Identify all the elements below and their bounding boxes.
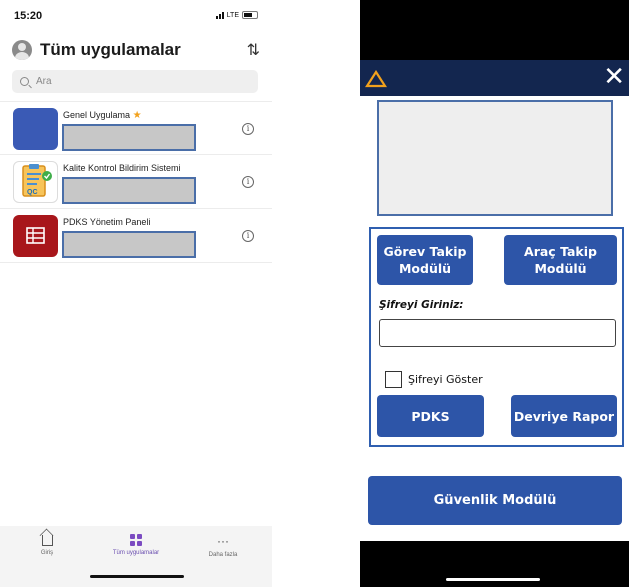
- grid-table-icon: [13, 215, 58, 257]
- favorite-star-icon: ★: [132, 110, 142, 121]
- info-icon[interactable]: i: [242, 230, 254, 242]
- blue-square-app-icon: [13, 108, 58, 150]
- search-placeholder: Ara: [36, 76, 52, 87]
- app-row-genel[interactable]: Genel Uygulama ★ i: [0, 101, 272, 155]
- nav-apps-label: Tüm uygulamalar: [112, 550, 160, 556]
- battery-icon: [242, 11, 258, 19]
- redacted-subtitle: [62, 231, 196, 258]
- network-label: LTE: [226, 11, 239, 19]
- nav-more-label: Daha fazla: [208, 552, 238, 558]
- svg-text:QC: QC: [27, 189, 38, 196]
- nav-home-label: Giriş: [40, 550, 54, 556]
- nav-all-apps[interactable]: Tüm uygulamalar: [96, 534, 176, 556]
- avatar-icon[interactable]: [12, 40, 32, 60]
- module-panel: Görev Takip Modülü Araç Takip Modülü Şif…: [369, 227, 624, 447]
- sort-arrows-icon[interactable]: ⇅: [247, 40, 260, 60]
- show-password-checkbox[interactable]: [385, 371, 402, 388]
- app-navbar: ✕: [360, 60, 629, 96]
- search-icon: [20, 77, 29, 86]
- home-indicator: [446, 578, 540, 581]
- pdks-button[interactable]: PDKS: [377, 395, 484, 437]
- redacted-subtitle: [62, 177, 196, 204]
- app-row-pdks[interactable]: PDKS Yönetim Paneli i: [0, 209, 272, 263]
- home-icon: [41, 535, 53, 546]
- app-name: PDKS Yönetim Paneli: [63, 217, 151, 227]
- search-input[interactable]: Ara: [12, 70, 258, 93]
- app-row-kalite[interactable]: QC Kalite Kontrol Bildirim Sistemi i: [0, 155, 272, 209]
- screenshot-root: 15:20 LTE Tüm uygulamalar ⇅ Ara Genel Uy…: [0, 0, 629, 587]
- app-name: Genel Uygulama ★: [63, 110, 142, 121]
- more-dots-icon: ···: [217, 534, 229, 548]
- app-list-screen: 15:20 LTE Tüm uygulamalar ⇅ Ara Genel Uy…: [0, 0, 272, 587]
- show-password-label: Şifreyi Göster: [408, 373, 483, 386]
- signal-icon: [215, 11, 224, 19]
- info-icon[interactable]: i: [242, 123, 254, 135]
- redacted-subtitle: [62, 124, 196, 151]
- app-list: Genel Uygulama ★ i QC Kalite Kontrol Bil…: [0, 101, 272, 263]
- qc-clipboard-icon: QC: [13, 161, 58, 203]
- app-name: Kalite Kontrol Bildirim Sistemi: [63, 163, 181, 173]
- nav-home[interactable]: Giriş: [7, 534, 87, 556]
- devriye-rapor-button[interactable]: Devriye Rapor: [511, 395, 617, 437]
- page-header: Tüm uygulamalar ⇅: [12, 38, 260, 62]
- triangle-logo-icon: [364, 69, 388, 93]
- nav-more[interactable]: ··· Daha fazla: [183, 534, 263, 558]
- status-bar: 15:20 LTE: [0, 0, 272, 30]
- password-label: Şifreyi Giriniz:: [379, 299, 464, 311]
- info-icon[interactable]: i: [242, 176, 254, 188]
- guvenlik-modulu-button[interactable]: Güvenlik Modülü: [368, 476, 622, 525]
- close-icon[interactable]: ✕: [603, 64, 625, 90]
- password-input[interactable]: [379, 319, 616, 347]
- arac-takip-button[interactable]: Araç Takip Modülü: [504, 235, 617, 285]
- app-screen: ✕ Görev Takip Modülü Araç Takip Modülü Ş…: [360, 0, 629, 587]
- apps-grid-icon: [130, 534, 142, 546]
- image-placeholder: [377, 100, 613, 216]
- status-icons: LTE: [215, 11, 258, 19]
- top-black-bar: [360, 0, 629, 60]
- home-indicator: [90, 575, 184, 578]
- gorev-takip-button[interactable]: Görev Takip Modülü: [377, 235, 473, 285]
- page-title: Tüm uygulamalar: [40, 40, 181, 59]
- status-time: 15:20: [14, 10, 43, 22]
